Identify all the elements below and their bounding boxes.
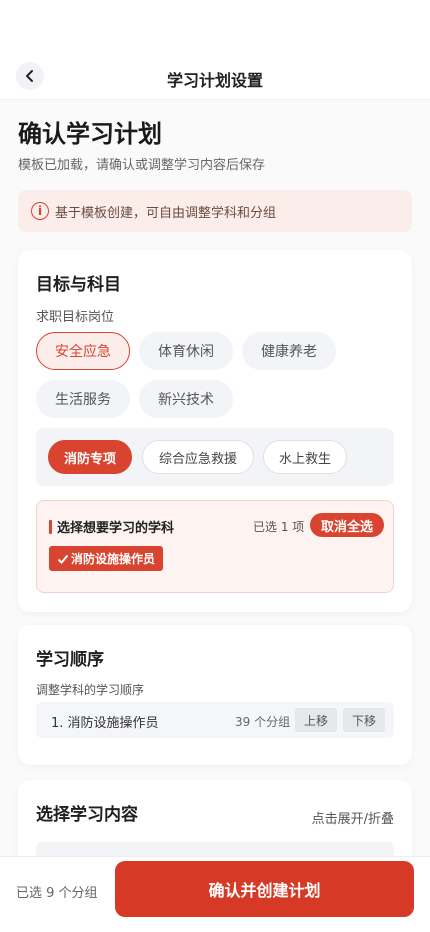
move-down-button[interactable]: 下移 [343, 708, 385, 732]
subject-tag[interactable]: 消防设施操作员 [49, 546, 164, 571]
order-card: 学习顺序 调整学科的学习顺序 1. 消防设施操作员 39 个分组 上移 下移 [18, 625, 412, 765]
sub-chip-water[interactable]: 水上救生 [263, 440, 347, 474]
selected-groups-count: 已选 9 个分组 [16, 886, 98, 901]
position-chip-sports[interactable]: 体育休闲 [139, 332, 233, 370]
move-up-button[interactable]: 上移 [295, 708, 337, 732]
subject-selected-count: 已选 1 项 [253, 520, 305, 534]
sub-chip-rescue[interactable]: 综合应急救援 [142, 440, 254, 474]
order-row-name: 1. 消防设施操作员 [51, 716, 159, 731]
order-label: 调整学科的学习顺序 [36, 683, 145, 697]
order-row: 1. 消防设施操作员 39 个分组 上移 下移 [36, 702, 394, 738]
page-subtitle: 模板已加载，请确认或调整学习内容后保存 [18, 158, 266, 173]
subject-panel: 选择想要学习的学科 已选 1 项 取消全选 消防设施操作员 [36, 500, 394, 593]
check-icon [57, 554, 69, 564]
template-notice: i 基于模板创建，可自由调整学科和分组 [18, 190, 412, 232]
position-chip-health[interactable]: 健康养老 [242, 332, 336, 370]
subject-tag-label: 消防设施操作员 [71, 552, 156, 566]
position-chip-tech[interactable]: 新兴技术 [139, 380, 233, 418]
position-chip-safety[interactable]: 安全应急 [36, 332, 130, 370]
page-title: 确认学习计划 [18, 120, 162, 148]
subject-heading-text: 选择想要学习的学科 [57, 521, 175, 536]
expand-toggle[interactable]: 点击展开/折叠 [312, 808, 394, 827]
info-icon: i [31, 202, 49, 220]
cancel-all-button[interactable]: 取消全选 [310, 513, 384, 537]
header: 学习计划设置 [0, 0, 430, 100]
page: 学习计划设置 确认学习计划 模板已加载，请确认或调整学习内容后保存 i 基于模板… [0, 0, 430, 932]
order-row-count: 39 个分组 [235, 715, 291, 729]
subject-heading: 选择想要学习的学科 [49, 517, 174, 536]
position-chip-life[interactable]: 生活服务 [36, 380, 130, 418]
sub-position-panel: 消防专项 综合应急救援 水上救生 [36, 428, 394, 486]
confirm-create-button[interactable]: 确认并创建计划 [115, 861, 414, 917]
position-label: 求职目标岗位 [36, 310, 115, 325]
order-title: 学习顺序 [36, 650, 104, 670]
header-title: 学习计划设置 [166, 71, 263, 90]
content-title: 选择学习内容 [36, 805, 138, 825]
sub-chip-fire[interactable]: 消防专项 [48, 440, 132, 474]
goal-card: 目标与科目 求职目标岗位 安全应急 体育休闲 健康养老 生活服务 新兴技术 消防… [18, 250, 412, 612]
notice-text: 基于模板创建，可自由调整学科和分组 [55, 205, 277, 221]
goal-title: 目标与科目 [36, 275, 121, 295]
footer: 已选 9 个分组 确认并创建计划 [0, 856, 430, 932]
heading-bar [49, 519, 52, 534]
